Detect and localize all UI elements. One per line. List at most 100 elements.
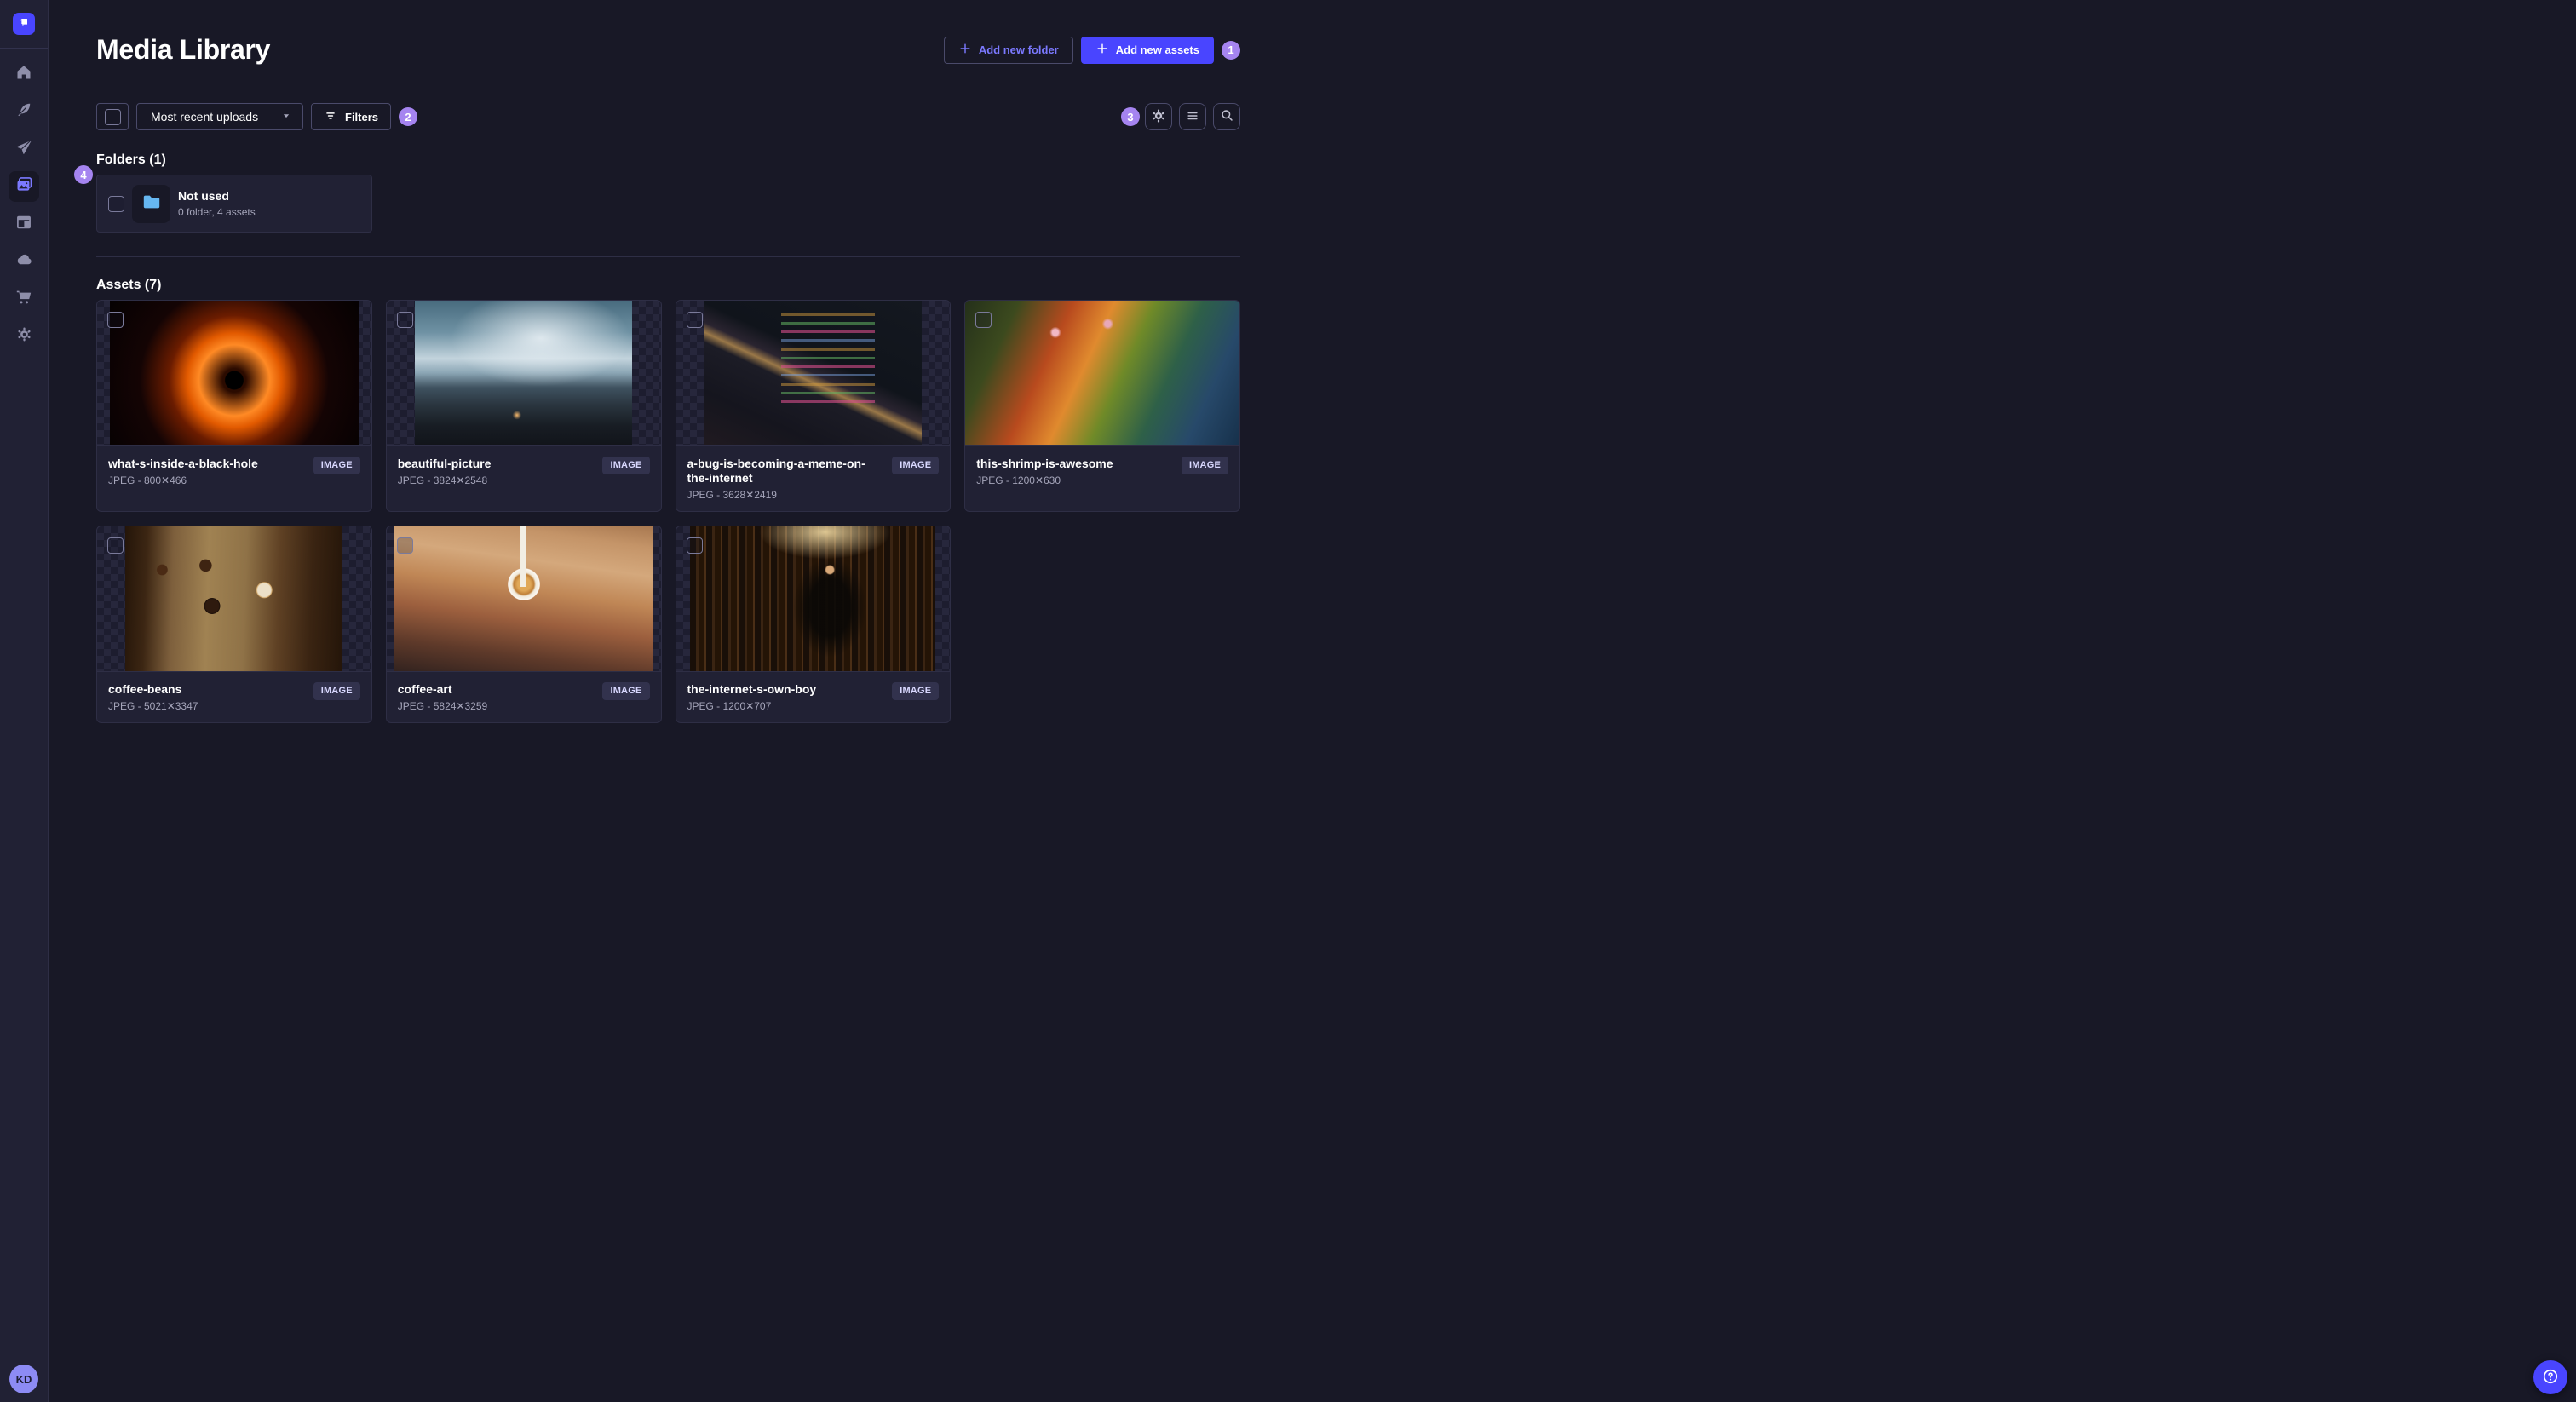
question-icon	[2541, 1367, 2560, 1388]
avatar[interactable]: KD	[9, 1365, 38, 1393]
asset-title: this-shrimp-is-awesome	[976, 457, 1113, 470]
sort-select[interactable]: Most recent uploads	[136, 103, 303, 130]
list-view-button[interactable]	[1179, 103, 1206, 130]
asset-type-badge: IMAGE	[313, 457, 360, 474]
folder-checkbox[interactable]	[108, 195, 124, 212]
add-new-assets-button[interactable]: Add new assets	[1080, 36, 1214, 64]
asset-type-badge: IMAGE	[602, 682, 650, 700]
asset-text: what-s-inside-a-black-hole JPEG - 800✕46…	[108, 457, 258, 486]
search-button[interactable]	[1213, 103, 1240, 130]
step-badge-4[interactable]: 4	[74, 165, 93, 184]
asset-thumbnail-area	[676, 526, 951, 671]
feather-icon	[15, 101, 32, 123]
images-icon	[15, 175, 33, 198]
asset-checkbox[interactable]	[686, 537, 703, 554]
asset-card[interactable]: beautiful-picture JPEG - 3824✕2548 IMAGE	[385, 300, 662, 512]
strapi-logo-icon	[17, 15, 31, 33]
asset-text: coffee-beans JPEG - 5021✕3347	[108, 682, 198, 712]
sidebar-item-gear[interactable]	[9, 321, 39, 352]
chevron-down-icon	[280, 110, 292, 124]
sidebar-item-cloud[interactable]	[9, 246, 39, 277]
settings-button[interactable]	[1145, 103, 1172, 130]
thumbnail-coffee-beans	[125, 526, 343, 671]
checkbox-box	[104, 108, 121, 125]
help-button[interactable]	[2533, 1360, 2567, 1394]
asset-checkbox[interactable]	[686, 312, 703, 328]
assets-heading: Assets (7)	[96, 278, 162, 292]
folders-section: Folders (1) 4 Not used 0 folder, 4 asset…	[74, 152, 1240, 233]
asset-caption: coffee-beans JPEG - 5021✕3347 IMAGE	[97, 671, 371, 722]
toolbar-right: 3	[1121, 103, 1240, 130]
asset-title: beautiful-picture	[397, 457, 492, 470]
sort-select-value: Most recent uploads	[151, 110, 259, 124]
asset-checkbox[interactable]	[107, 537, 124, 554]
sidebar-item-images[interactable]	[9, 171, 39, 202]
folder-tile	[132, 184, 170, 223]
asset-type-badge: IMAGE	[1181, 457, 1228, 474]
asset-caption: what-s-inside-a-black-hole JPEG - 800✕46…	[97, 445, 371, 511]
asset-title: coffee-art	[397, 682, 452, 696]
sidebar-item-home[interactable]	[9, 59, 39, 89]
asset-caption: a-bug-is-becoming-a-meme-on-the-internet…	[676, 445, 951, 511]
asset-checkbox[interactable]	[396, 537, 413, 554]
logo-box	[0, 0, 48, 49]
asset-type-badge: IMAGE	[892, 682, 940, 700]
thumbnail-black-hole	[109, 301, 359, 445]
select-all-checkbox[interactable]	[96, 103, 129, 130]
thumbnail-code	[704, 301, 922, 445]
thumbnail-library	[690, 526, 936, 671]
folder-meta: 0 folder, 4 assets	[178, 206, 256, 218]
strapi-logo[interactable]	[13, 13, 35, 35]
layout-icon	[15, 214, 32, 235]
asset-checkbox[interactable]	[107, 312, 124, 328]
sidebar-item-cart[interactable]	[9, 284, 39, 314]
asset-card[interactable]: this-shrimp-is-awesome JPEG - 1200✕630 I…	[964, 300, 1240, 512]
header-actions: Add new folder Add new assets 1	[943, 36, 1240, 64]
asset-type-badge: IMAGE	[892, 457, 940, 474]
step-badge-1[interactable]: 1	[1222, 40, 1240, 60]
folder-icon	[141, 191, 163, 217]
asset-type-badge: IMAGE	[313, 682, 360, 700]
asset-text: the-internet-s-own-boy JPEG - 1200✕707	[687, 682, 817, 712]
asset-card[interactable]: a-bug-is-becoming-a-meme-on-the-internet…	[675, 300, 952, 512]
asset-checkbox[interactable]	[396, 312, 413, 328]
asset-meta: JPEG - 5021✕3347	[108, 700, 198, 712]
cart-icon	[15, 289, 32, 310]
step-badge-3[interactable]: 3	[1121, 107, 1140, 126]
asset-card[interactable]: what-s-inside-a-black-hole JPEG - 800✕46…	[96, 300, 372, 512]
asset-text: coffee-art JPEG - 5824✕3259	[398, 682, 487, 712]
asset-text: beautiful-picture JPEG - 3824✕2548	[398, 457, 492, 486]
search-icon	[1220, 108, 1234, 125]
asset-thumbnail-area	[676, 301, 951, 445]
asset-checkbox[interactable]	[975, 312, 992, 328]
assets-grid: what-s-inside-a-black-hole JPEG - 800✕46…	[96, 300, 1240, 723]
main-content: Media Library Add new folder Add new ass…	[49, 34, 1288, 723]
asset-card[interactable]: the-internet-s-own-boy JPEG - 1200✕707 I…	[675, 526, 952, 723]
asset-meta: JPEG - 1200✕707	[687, 700, 772, 712]
sidebar-item-feather[interactable]	[9, 96, 39, 127]
asset-text: a-bug-is-becoming-a-meme-on-the-internet…	[687, 457, 884, 501]
plus-icon	[958, 42, 972, 58]
thumbnail-coffee-art	[394, 526, 653, 671]
sidebar-nav	[9, 59, 39, 352]
asset-title: coffee-beans	[108, 682, 182, 696]
asset-caption: this-shrimp-is-awesome JPEG - 1200✕630 I…	[965, 445, 1239, 511]
section-divider	[96, 256, 1240, 257]
asset-card[interactable]: coffee-beans JPEG - 5021✕3347 IMAGE	[96, 526, 372, 723]
asset-thumbnail-area	[965, 301, 1239, 445]
assets-section: Assets (7) what-s-inside-a-black-hole JP…	[96, 278, 1240, 723]
step-badge-2[interactable]: 2	[399, 107, 418, 126]
filters-button[interactable]: Filters	[311, 103, 392, 130]
sidebar-item-send[interactable]	[9, 134, 39, 164]
asset-meta: JPEG - 3628✕2419	[687, 489, 777, 501]
asset-caption: the-internet-s-own-boy JPEG - 1200✕707 I…	[676, 671, 951, 722]
sidebar-item-layout[interactable]	[9, 209, 39, 239]
add-new-assets-label: Add new assets	[1115, 43, 1199, 56]
folder-card[interactable]: 4 Not used 0 folder, 4 assets	[74, 165, 372, 233]
asset-title: what-s-inside-a-black-hole	[108, 457, 258, 470]
asset-caption: beautiful-picture JPEG - 3824✕2548 IMAGE	[386, 445, 661, 511]
asset-meta: JPEG - 3824✕2548	[397, 474, 488, 486]
asset-card[interactable]: coffee-art JPEG - 5824✕3259 IMAGE	[385, 526, 662, 723]
folder-name: Not used	[178, 189, 229, 203]
add-new-folder-button[interactable]: Add new folder	[943, 36, 1073, 64]
